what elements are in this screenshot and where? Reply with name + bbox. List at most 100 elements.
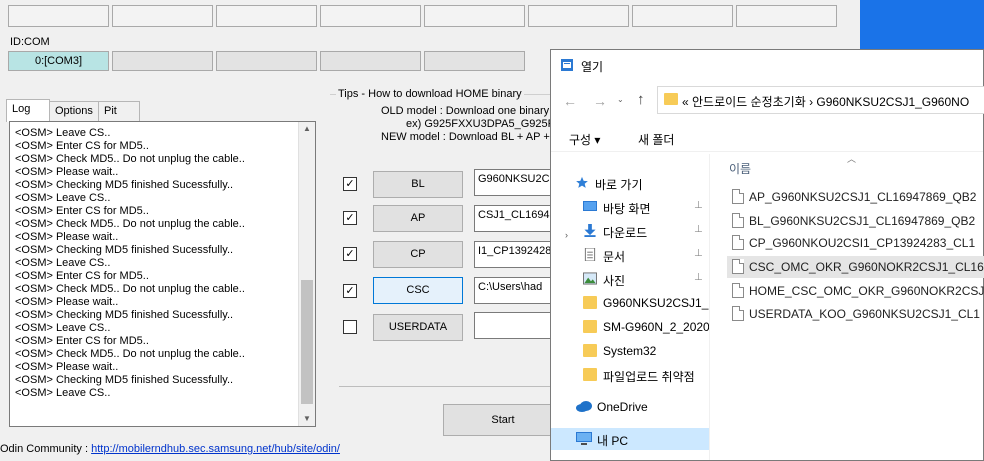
file-name: CSC_OMC_OKR_G960NOKR2CSJ1_CL16 (749, 260, 984, 274)
scroll-thumb[interactable] (301, 280, 313, 404)
nav-item-folder-3[interactable]: System32 (551, 340, 709, 362)
tips-new-model: NEW model : Download BL + AP + C (381, 131, 561, 143)
sort-chevron-icon: ︿ (847, 154, 857, 164)
dialog-title-bar: 열기 (551, 50, 983, 80)
nav-item-label: 바탕 화면 (603, 202, 651, 216)
log-line: <OSM> Checking MD5 finished Sucessfully.… (15, 179, 234, 191)
com-port-active: 0:[COM3] (8, 51, 109, 71)
cp-checkbox[interactable]: ✓ (343, 247, 357, 261)
community-label: Odin Community : (0, 443, 92, 455)
star-icon (576, 176, 588, 188)
file-item[interactable]: BL_G960NKSU2CSJ1_CL16947869_QB2 (727, 210, 984, 232)
tab-options[interactable]: Options (49, 101, 99, 121)
folder-icon (583, 344, 597, 357)
tab-log[interactable]: Log (6, 99, 50, 122)
file-item[interactable]: HOME_CSC_OMC_OKR_G960NOKR2CSJ (727, 280, 984, 302)
nav-item-this-pc[interactable]: 내 PC (551, 428, 709, 450)
log-line: <OSM> Please wait.. (15, 166, 119, 178)
log-line: <OSM> Checking MD5 finished Sucessfully.… (15, 244, 234, 256)
nav-item-folder-2[interactable]: SM-G960N_2_2020 (551, 316, 709, 338)
nav-item-label: OneDrive (597, 400, 648, 414)
back-arrow-icon[interactable]: ← (563, 93, 577, 109)
log-line: <OSM> Enter CS for MD5.. (15, 335, 149, 347)
log-line: <OSM> Enter CS for MD5.. (15, 140, 149, 152)
download-icon (584, 224, 596, 237)
log-line: <OSM> Please wait.. (15, 361, 119, 373)
pin-icon: ⊥ (694, 272, 703, 283)
file-item[interactable]: USERDATA_KOO_G960NKSU2CSJ1_CL1 (727, 303, 984, 325)
command-bar: 구성 ▾ 새 폴더 (551, 122, 983, 152)
document-icon (584, 248, 596, 261)
up-arrow-icon[interactable]: ↑ (637, 91, 645, 108)
recent-locations-chevron-icon[interactable]: ⌄ (617, 95, 624, 104)
file-name: BL_G960NKSU2CSJ1_CL16947869_QB2 (749, 214, 976, 228)
nav-item-pictures[interactable]: 사진 ⊥ (551, 268, 709, 290)
ap-checkbox[interactable]: ✓ (343, 211, 357, 225)
folder-icon (583, 320, 597, 333)
organize-button[interactable]: 구성 ▾ (569, 131, 600, 148)
id-com-label: ID:COM (10, 36, 50, 48)
file-item-selected[interactable]: CSC_OMC_OKR_G960NOKR2CSJ1_CL16 (727, 256, 984, 278)
csc-button[interactable]: CSC (373, 277, 463, 304)
cp-button[interactable]: CP (373, 241, 463, 268)
file-name: HOME_CSC_OMC_OKR_G960NOKR2CSJ (749, 284, 984, 298)
bl-button[interactable]: BL (373, 171, 463, 198)
pane-splitter[interactable] (709, 154, 710, 460)
nav-item-desktop[interactable]: 바탕 화면 ⊥ (551, 196, 709, 218)
log-line: <OSM> Check MD5.. Do not unplug the cabl… (15, 283, 245, 295)
tips-title: Tips - How to download HOME binary (336, 88, 524, 100)
file-item[interactable]: CP_G960NKOU2CSI1_CP13924283_CL1 (727, 232, 984, 254)
nav-item-onedrive[interactable]: OneDrive (551, 396, 709, 418)
new-folder-button[interactable]: 새 폴더 (638, 131, 674, 148)
start-button[interactable]: Start (443, 404, 563, 436)
userdata-checkbox[interactable] (343, 320, 357, 334)
log-line: <OSM> Check MD5.. Do not unplug the cabl… (15, 348, 245, 360)
file-item[interactable]: AP_G960NKSU2CSJ1_CL16947869_QB2 (727, 186, 984, 208)
file-icon (732, 259, 744, 274)
port-slot-top-5 (424, 5, 525, 27)
log-line: <OSM> Please wait.. (15, 296, 119, 308)
port-slot-top-4 (320, 5, 421, 27)
userdata-button[interactable]: USERDATA (373, 314, 463, 341)
nav-item-quick-access[interactable]: 바로 가기 (551, 172, 709, 194)
log-line: <OSM> Leave CS.. (15, 192, 111, 204)
nav-item-folder-1[interactable]: G960NKSU2CSJ1_G (551, 292, 709, 314)
file-icon (732, 283, 744, 298)
nav-item-folder-4[interactable]: 파일업로드 취약점 (551, 364, 709, 386)
port-slot-top-8 (736, 5, 837, 27)
file-icon (732, 189, 744, 204)
com-slot-3 (216, 51, 317, 71)
file-name: AP_G960NKSU2CSJ1_CL16947869_QB2 (749, 190, 977, 204)
tab-pit[interactable]: Pit (98, 101, 140, 121)
nav-item-documents[interactable]: 문서 ⊥ (551, 244, 709, 266)
column-header-name[interactable]: 이름 (729, 160, 751, 177)
scroll-down-arrow-icon[interactable]: ▼ (299, 412, 315, 426)
bl-checkbox[interactable]: ✓ (343, 177, 357, 191)
ap-button[interactable]: AP (373, 205, 463, 232)
port-slot-top-3 (216, 5, 317, 27)
pin-icon: ⊥ (694, 248, 703, 259)
file-name: USERDATA_KOO_G960NKSU2CSJ1_CL1 (749, 307, 980, 321)
address-bar[interactable]: « 안드로이드 순정초기화 › G960NKSU2CSJ1_G960NO (657, 86, 984, 114)
nav-item-label: 내 PC (597, 434, 629, 448)
log-line: <OSM> Enter CS for MD5.. (15, 270, 149, 282)
nav-item-downloads[interactable]: 다운로드 ⊥ (551, 220, 709, 242)
log-line: <OSM> Leave CS.. (15, 322, 111, 334)
nav-item-label: System32 (603, 344, 657, 358)
open-file-dialog: 열기 ← → ⌄ ↑ « 안드로이드 순정초기화 › G960NKSU2CSJ1… (550, 49, 984, 461)
log-area[interactable]: <OSM> Leave CS.. <OSM> Enter CS for MD5..… (9, 121, 316, 427)
community-link[interactable]: http://mobilerndhub.sec.samsung.net/hub/… (91, 443, 340, 455)
folder-icon (583, 368, 597, 381)
log-line: <OSM> Check MD5.. Do not unplug the cabl… (15, 218, 245, 230)
port-slot-top-2 (112, 5, 213, 27)
log-line: <OSM> Leave CS.. (15, 257, 111, 269)
scroll-up-arrow-icon[interactable]: ▲ (299, 122, 315, 136)
log-lines: <OSM> Leave CS.. <OSM> Enter CS for MD5..… (15, 127, 245, 400)
log-line: <OSM> Checking MD5 finished Sucessfully.… (15, 309, 234, 321)
log-scrollbar[interactable]: ▲ ▼ (298, 122, 315, 426)
csc-checkbox[interactable]: ✓ (343, 284, 357, 298)
nav-item-label: SM-G960N_2_2020 (603, 320, 709, 334)
desktop-background (860, 0, 984, 50)
file-icon (732, 306, 744, 321)
forward-arrow-icon[interactable]: → (593, 93, 607, 109)
